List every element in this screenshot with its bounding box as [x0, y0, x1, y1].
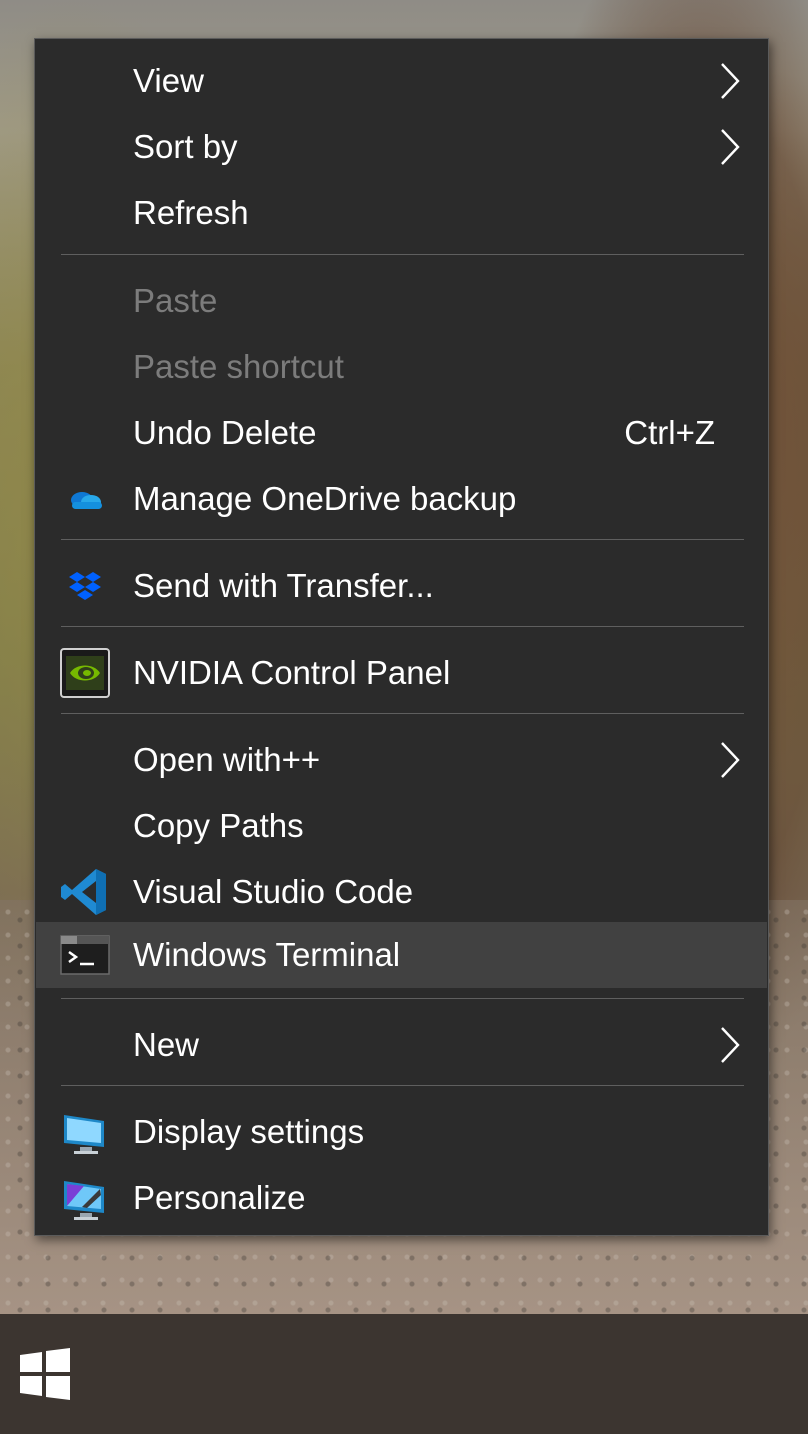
menu-item-view[interactable]: View [36, 48, 767, 114]
menu-item-open-with-plus-plus[interactable]: Open with++ [36, 727, 767, 793]
menu-separator [61, 998, 744, 999]
menu-item-sort-by[interactable]: Sort by [36, 114, 767, 180]
menu-item-label: Manage OneDrive backup [133, 480, 517, 517]
menu-item-nvidia-control-panel[interactable]: NVIDIA Control Panel [36, 640, 767, 706]
dropbox-icon [69, 572, 101, 600]
windows-logo-icon[interactable] [18, 1348, 72, 1400]
keyboard-shortcut: Ctrl+Z [624, 414, 715, 451]
menu-item-undo-delete[interactable]: Undo Delete Ctrl+Z [36, 400, 767, 466]
display-settings-icon [64, 1115, 104, 1154]
onedrive-icon [71, 492, 102, 509]
menu-separator [61, 713, 744, 714]
chevron-right-icon [721, 63, 740, 99]
chevron-right-icon [721, 1027, 740, 1063]
menu-item-paste-shortcut: Paste shortcut [36, 334, 767, 400]
menu-item-send-with-transfer[interactable]: Send with Transfer... [36, 553, 767, 619]
menu-item-refresh[interactable]: Refresh [36, 180, 767, 246]
menu-separator [61, 1085, 744, 1086]
menu-item-display-settings[interactable]: Display settings [36, 1099, 767, 1165]
menu-item-label: Refresh [133, 194, 249, 231]
menu-item-new[interactable]: New [36, 1012, 767, 1078]
menu-item-windows-terminal[interactable]: Windows Terminal [36, 922, 767, 988]
terminal-icon [60, 935, 110, 975]
menu-separator [61, 626, 744, 627]
vscode-icon [61, 869, 106, 915]
nvidia-icon [60, 648, 110, 698]
menu-item-label: Undo Delete [133, 414, 317, 451]
menu-item-label: View [133, 62, 204, 99]
chevron-right-icon [721, 742, 740, 778]
menu-item-label: Sort by [133, 128, 238, 165]
menu-item-label: Paste shortcut [133, 348, 344, 385]
menu-item-label: Send with Transfer... [133, 567, 434, 604]
menu-item-label: Visual Studio Code [133, 873, 414, 910]
chevron-right-icon [721, 129, 740, 165]
menu-item-label: Paste [133, 282, 218, 319]
menu-item-label: New [133, 1026, 200, 1063]
menu-item-manage-onedrive-backup[interactable]: Manage OneDrive backup [36, 466, 767, 532]
menu-item-label: Copy Paths [133, 807, 304, 844]
menu-item-copy-paths[interactable]: Copy Paths [36, 793, 767, 859]
menu-item-label: Windows Terminal [133, 936, 401, 973]
menu-item-label: Display settings [133, 1113, 365, 1150]
menu-item-paste: Paste [36, 268, 767, 334]
menu-item-personalize[interactable]: Personalize [36, 1165, 767, 1231]
menu-item-label: Personalize [133, 1179, 306, 1216]
menu-separator [61, 254, 744, 255]
menu-item-label: NVIDIA Control Panel [133, 654, 451, 691]
menu-item-label: Open with++ [133, 741, 321, 778]
taskbar [0, 1314, 808, 1434]
menu-separator [61, 539, 744, 540]
menu-item-visual-studio-code[interactable]: Visual Studio Code [36, 859, 767, 925]
desktop-context-menu: View Sort by Refresh Paste Paste shortcu… [34, 38, 769, 1236]
personalize-icon [64, 1181, 104, 1220]
